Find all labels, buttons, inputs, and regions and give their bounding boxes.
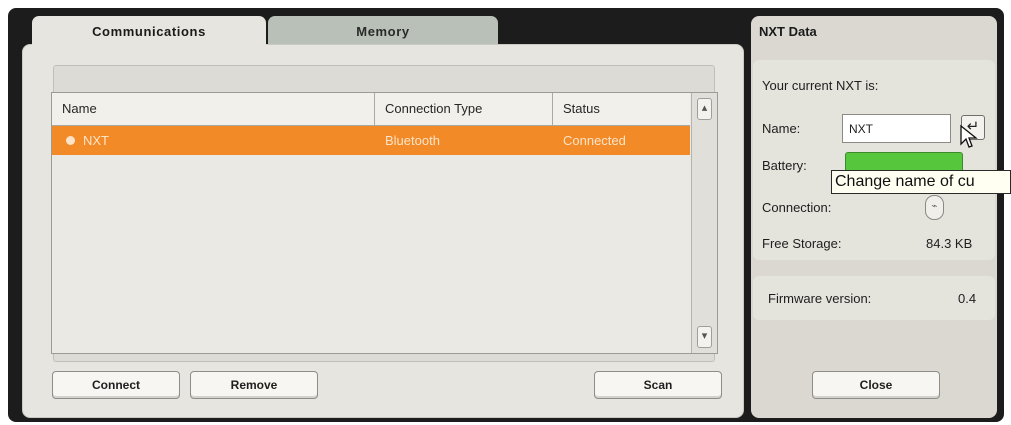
name-label: Name: — [762, 121, 801, 136]
connect-button[interactable]: Connect — [52, 371, 180, 399]
scroll-up-icon[interactable]: ▴ — [697, 98, 712, 120]
row-connection-type: Bluetooth — [385, 133, 440, 148]
list-scrollbar[interactable]: ▴ ▾ — [691, 93, 717, 353]
row-name-cell: NXT — [52, 126, 375, 155]
mouse-cursor-icon — [960, 124, 978, 148]
device-list[interactable]: Name Connection Type Status NXT Bluetoot… — [51, 92, 718, 354]
row-status: Connected — [563, 133, 626, 148]
close-button[interactable]: Close — [812, 371, 940, 399]
column-header-connection-type[interactable]: Connection Type — [375, 93, 553, 125]
column-header-name[interactable]: Name — [52, 93, 375, 125]
nxt-name-field[interactable] — [842, 114, 951, 143]
free-storage-value: 84.3 KB — [926, 236, 973, 251]
battery-label: Battery: — [762, 158, 807, 173]
list-header: Name Connection Type Status — [52, 93, 690, 126]
scan-button[interactable]: Scan — [594, 371, 722, 399]
connection-label: Connection: — [762, 200, 832, 215]
remove-button[interactable]: Remove — [190, 371, 318, 399]
nxt-data-title: NXT Data — [759, 24, 817, 39]
tab-memory[interactable]: Memory — [268, 16, 498, 46]
firmware-label: Firmware version: — [768, 291, 872, 306]
table-row[interactable]: NXT Bluetooth Connected — [52, 126, 690, 155]
usb-connection-icon: ⌁ — [925, 195, 944, 220]
row-name: NXT — [83, 133, 109, 148]
column-header-status[interactable]: Status — [553, 93, 690, 125]
free-storage-label: Free Storage: — [762, 236, 842, 251]
current-nxt-label: Your current NXT is: — [762, 78, 879, 93]
rename-tooltip: Change name of cu — [831, 170, 1011, 194]
scroll-down-icon[interactable]: ▾ — [697, 326, 712, 348]
tab-communications[interactable]: Communications — [32, 16, 266, 46]
firmware-value: 0.4 — [958, 291, 977, 306]
device-bullet-icon — [66, 136, 75, 145]
